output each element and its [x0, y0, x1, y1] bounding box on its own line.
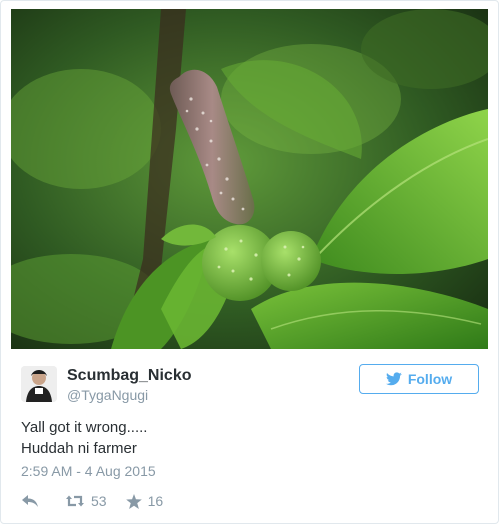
- reply-button[interactable]: [21, 494, 39, 508]
- photo-icon: [11, 9, 488, 349]
- retweet-count: 53: [91, 493, 107, 509]
- avatar[interactable]: [21, 366, 57, 402]
- tweet-photo[interactable]: [11, 9, 488, 349]
- retweet-button[interactable]: 53: [65, 493, 107, 509]
- author-name[interactable]: Scumbag_Nicko: [67, 367, 191, 385]
- author-handle[interactable]: @TygaNgugi: [67, 387, 148, 403]
- follow-button[interactable]: Follow: [359, 364, 479, 394]
- reply-icon: [22, 495, 38, 507]
- tweet-header: Scumbag_Nicko @TygaNgugi Follow: [21, 363, 481, 407]
- tweet-text: Yall got it wrong..... Huddah ni farmer: [21, 417, 471, 459]
- favorite-count: 16: [147, 493, 164, 509]
- tweet-timestamp[interactable]: 2:59 AM - 4 Aug 2015: [21, 463, 156, 479]
- star-icon: [125, 493, 142, 509]
- tweet-line: Huddah ni farmer: [21, 440, 137, 457]
- retweet-icon: [66, 495, 84, 507]
- bird-icon: [385, 372, 402, 386]
- tweet-line: Yall got it wrong.....: [21, 419, 148, 436]
- tweet-card: Scumbag_Nicko @TygaNgugi Follow Yall got…: [0, 0, 499, 524]
- follow-label: Follow: [407, 371, 453, 387]
- favorite-button[interactable]: 16: [125, 493, 164, 509]
- tweet-actions: 53 16: [21, 490, 163, 512]
- avatar-icon: [21, 366, 57, 402]
